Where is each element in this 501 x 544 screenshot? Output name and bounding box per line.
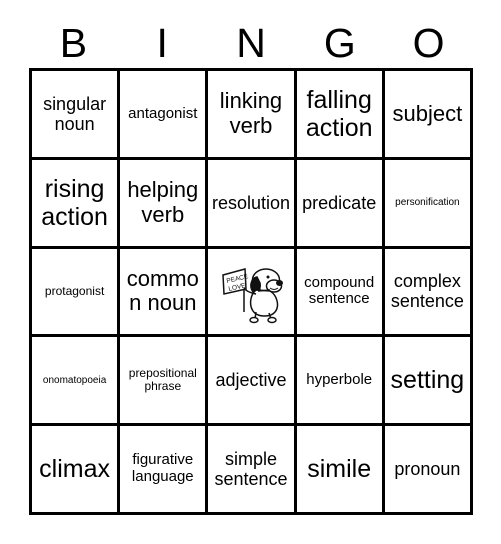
bingo-cell-label: compound sentence [304,273,375,308]
bingo-cell[interactable]: compound sentence [296,248,385,338]
bingo-cell-label: onomatopoeia [42,374,107,386]
header-letter-g: G [323,20,356,66]
header-letter-b: B [59,20,88,66]
bingo-cell[interactable]: climax [32,426,121,515]
bingo-cell-label: complex sentence [390,271,464,312]
bingo-cell[interactable]: simple sentence [208,426,297,515]
bingo-cell[interactable]: linking verb [208,71,297,160]
bingo-cell[interactable]: common noun [120,248,209,338]
bingo-cell[interactable]: antagonist [120,71,209,160]
bingo-cell[interactable]: helping verb [120,159,209,249]
bingo-cell-label: protagonist [44,283,105,298]
header-letter-o: O [412,20,445,66]
bingo-grid: singular noun antagonist linking verb fa… [29,68,473,515]
bingo-cell-label: predicate [302,192,377,213]
bingo-cell-label: figurative language [131,451,194,486]
bingo-cell[interactable]: figurative language [120,426,209,515]
bingo-cell-label: hyperbole [306,370,373,388]
bingo-cell-label: personification [395,197,460,209]
bingo-cell-label: subject [392,100,463,126]
bingo-cell-label: helping verb [127,177,199,227]
bingo-card: B I N G O singular noun antagonist linki… [0,0,501,544]
bingo-cell-label: antagonist [128,104,198,122]
bingo-cell[interactable]: prepositional phrase [120,337,209,427]
bingo-cell[interactable]: hyperbole [296,337,385,427]
bingo-cell[interactable]: subject [384,71,473,160]
bingo-cell[interactable]: setting [384,337,473,427]
bingo-cell-label: setting [390,366,465,395]
bingo-cell[interactable]: rising action [32,159,121,249]
header-letter-i: I [156,20,168,66]
bingo-cell-label: adjective [215,370,287,391]
bingo-cell[interactable]: falling action [296,71,385,160]
bingo-free-space-cell[interactable]: PEACE LOVE [208,248,297,338]
bingo-header: B I N G O [29,18,473,68]
bingo-cell[interactable]: resolution [208,159,297,249]
bingo-cell[interactable]: onomatopoeia [32,337,121,427]
bingo-cell[interactable]: protagonist [32,248,121,338]
bingo-cell-label: resolution [211,192,291,213]
bingo-cell-label: common noun [126,265,199,316]
bingo-cell-label: pronoun [394,459,461,480]
bingo-cell-label: linking verb [219,88,283,138]
bingo-cell[interactable]: complex sentence [384,248,473,338]
bingo-cell-label: simile [307,455,372,484]
bingo-cell-label: climax [39,455,111,484]
snoopy-peace-love-flag-icon: PEACE LOVE [222,268,283,324]
bingo-cell-label: rising action [41,174,108,231]
bingo-cell[interactable]: predicate [296,159,385,249]
bingo-cell[interactable]: pronoun [384,426,473,515]
bingo-cell-label: prepositional phrase [128,365,197,394]
bingo-cell[interactable]: adjective [208,337,297,427]
bingo-cell[interactable]: simile [296,426,385,515]
bingo-cell-label: falling action [305,85,373,142]
bingo-cell-label: singular noun [43,93,107,134]
bingo-cell[interactable]: personification [384,159,473,249]
bingo-cell-label: simple sentence [214,448,288,490]
header-letter-n: N [236,20,266,66]
bingo-cell[interactable]: singular noun [32,71,121,160]
